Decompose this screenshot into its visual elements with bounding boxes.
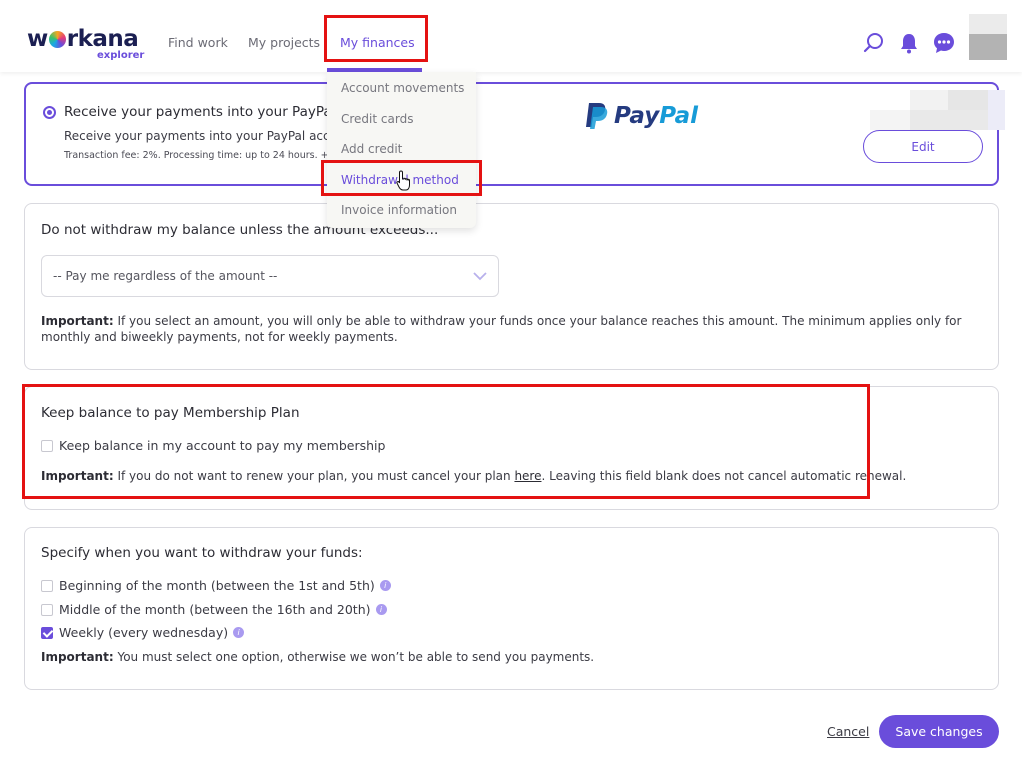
withdraw-threshold-card: Do not withdraw my balance unless the am… [24, 203, 999, 370]
highlight-my-finances [324, 15, 428, 62]
threshold-select-value: -- Pay me regardless of the amount -- [53, 269, 278, 283]
withdraw-schedule-card: Specify when you want to withdraw your f… [24, 527, 999, 690]
schedule-note: Important: You must select one option, o… [41, 650, 595, 664]
menu-item-invoice-information[interactable]: Invoice information [341, 203, 457, 217]
workana-logo[interactable]: w rkana explorer [27, 26, 144, 62]
option-checkbox[interactable] [41, 579, 53, 592]
top-navigation-bar: w rkana explorer Find work My projects My… [0, 0, 1022, 72]
bell-icon[interactable] [898, 32, 920, 54]
avatar[interactable] [969, 14, 1007, 60]
info-icon[interactable]: i [233, 627, 245, 638]
logo-subtitle: explorer [97, 50, 145, 61]
paypal-logo: PayPal [584, 102, 698, 130]
threshold-select[interactable]: -- Pay me regardless of the amount -- [41, 255, 499, 297]
paypal-radio[interactable] [43, 106, 56, 119]
search-icon[interactable] [863, 32, 885, 54]
logo-o-icon [48, 31, 66, 48]
info-icon[interactable]: i [375, 604, 387, 615]
logo-wordmark: w rkana [27, 26, 139, 52]
info-icon[interactable]: i [379, 580, 391, 591]
option-checkbox-checked[interactable] [41, 626, 53, 639]
paypal-description: Receive your payments into your PayPal a… [64, 129, 345, 143]
chat-icon[interactable] [933, 32, 955, 54]
menu-item-add-credit[interactable]: Add credit [341, 142, 402, 156]
option-weekly[interactable]: Weekly (every wednesday) i [41, 625, 245, 640]
option-checkbox[interactable] [41, 603, 53, 616]
edit-button[interactable]: Edit [863, 130, 983, 163]
paypal-title: Receive your payments into your PayPal [64, 104, 336, 120]
menu-item-account-movements[interactable]: Account movements [341, 81, 464, 95]
paypal-p-icon [586, 103, 608, 129]
paypal-method-card[interactable]: Receive your payments into your PayPal R… [24, 82, 1005, 186]
hand-cursor-icon [396, 170, 410, 191]
paypal-fee-text: Transaction fee: 2%. Processing time: up… [64, 150, 329, 161]
threshold-note: Important: If you select an amount, you … [41, 314, 962, 344]
save-changes-button[interactable]: Save changes [879, 715, 999, 748]
finances-dropdown-menu: Account movements Credit cards Add credi… [327, 72, 476, 228]
cancel-button[interactable]: Cancel [827, 724, 869, 739]
nav-find-work[interactable]: Find work [168, 35, 228, 50]
option-middle-of-month[interactable]: Middle of the month (between the 16th an… [41, 602, 387, 617]
schedule-heading: Specify when you want to withdraw your f… [41, 545, 363, 561]
nav-my-projects[interactable]: My projects [248, 35, 320, 50]
chevron-down-icon [473, 272, 487, 281]
blurred-account-info [870, 90, 1005, 130]
highlight-membership-card [22, 384, 870, 499]
option-beginning-of-month[interactable]: Beginning of the month (between the 1st … [41, 578, 391, 593]
menu-item-credit-cards[interactable]: Credit cards [341, 112, 413, 126]
